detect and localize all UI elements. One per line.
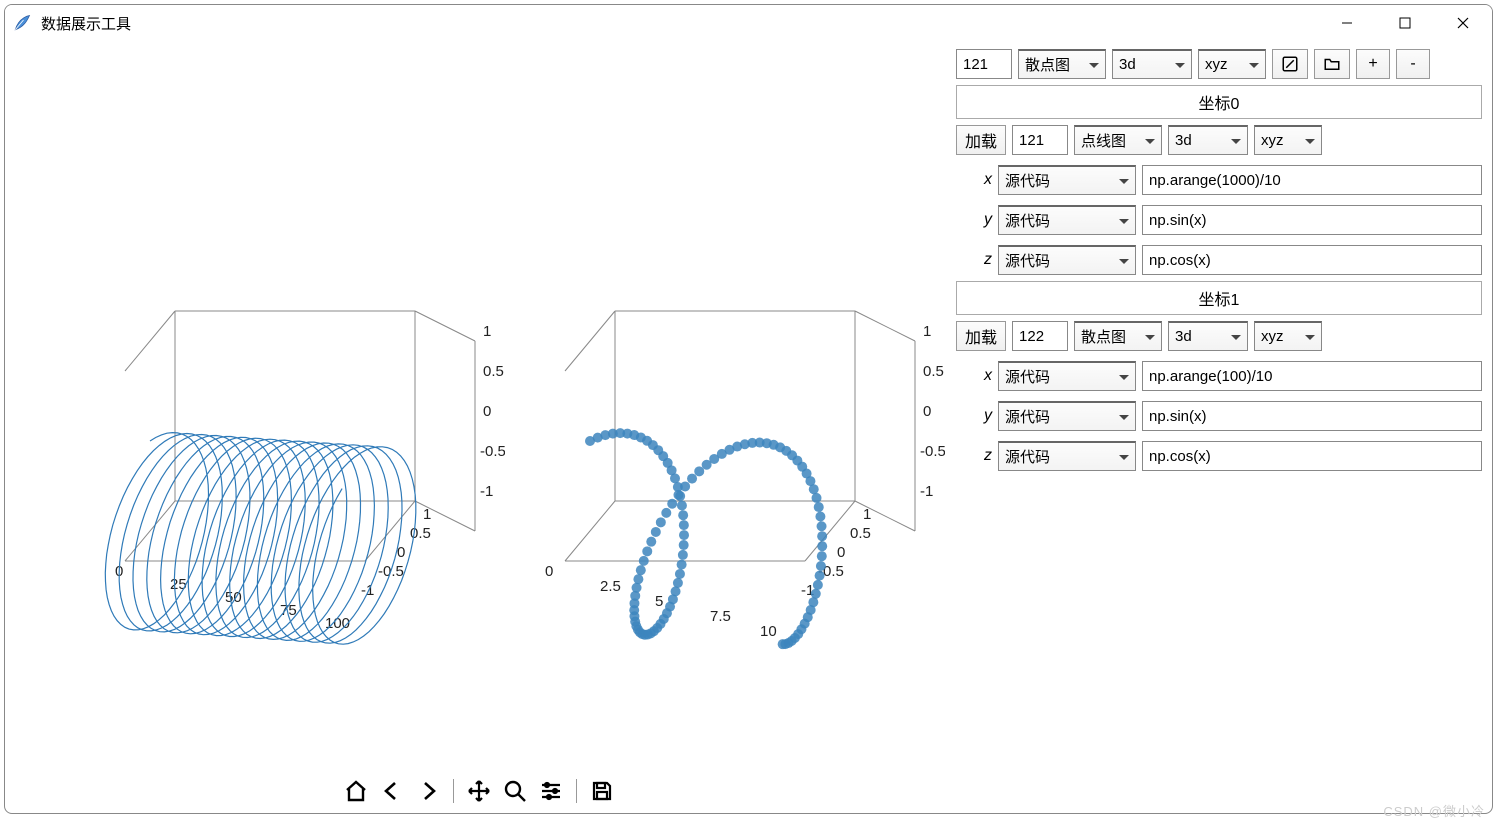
subplot-input-1[interactable] xyxy=(1012,321,1068,351)
axis-label: z xyxy=(956,447,992,465)
x-tick: 7.5 xyxy=(710,608,731,625)
close-button[interactable] xyxy=(1434,5,1492,41)
expr-input[interactable] xyxy=(1142,245,1482,275)
z-tick: 0.5 xyxy=(923,363,944,380)
x-tick: 2.5 xyxy=(600,578,621,595)
section-1-controls: 加载 散点图 3d xyz xyxy=(956,321,1482,351)
src-type-select[interactable]: 源代码 xyxy=(998,245,1136,275)
coord-row-1-x: x 源代码 xyxy=(956,361,1482,391)
z-tick: -0.5 xyxy=(920,443,945,460)
section-0-controls: 加载 点线图 3d xyz xyxy=(956,125,1482,155)
x-tick: 0 xyxy=(545,563,553,580)
dim-select[interactable]: 3d xyxy=(1112,49,1192,79)
axis-label: x xyxy=(956,367,992,385)
axes-mode-select-0[interactable]: xyz xyxy=(1254,125,1322,155)
z-tick: -1 xyxy=(480,483,493,500)
remove-button[interactable]: - xyxy=(1396,49,1430,79)
y-tick: 1 xyxy=(423,506,431,523)
load-button[interactable]: 加载 xyxy=(956,321,1006,351)
x-tick: 25 xyxy=(170,576,187,593)
z-tick: 0.5 xyxy=(483,363,504,380)
watermark: CSDN @微小冷 xyxy=(1383,801,1485,820)
expr-input[interactable] xyxy=(1142,165,1482,195)
y-tick: 1 xyxy=(863,506,871,523)
coord-row-0-x: x 源代码 xyxy=(956,165,1482,195)
axes-mode-select-1[interactable]: xyz xyxy=(1254,321,1322,351)
coord-row-0-y: y 源代码 xyxy=(956,205,1482,235)
home-icon[interactable] xyxy=(341,776,371,806)
coord-row-1-z: z 源代码 xyxy=(956,441,1482,471)
z-tick: 1 xyxy=(483,323,491,340)
subplot-121: 1 0.5 0 -0.5 -1 1 0.5 0 -0.5 -1 0 25 xyxy=(65,241,505,641)
axes-mode-select[interactable]: xyz xyxy=(1198,49,1266,79)
subplot-input-0[interactable] xyxy=(1012,125,1068,155)
src-type-select[interactable]: 源代码 xyxy=(998,205,1136,235)
section-header-1: 坐标1 xyxy=(956,281,1482,315)
x-tick: 5 xyxy=(655,593,663,610)
minimize-button[interactable] xyxy=(1318,5,1376,41)
src-type-select[interactable]: 源代码 xyxy=(998,361,1136,391)
subplot-122: 1 0.5 0 -0.5 -1 1 0.5 0 -0.5 -1 0 2.5 5 … xyxy=(505,241,945,641)
separator xyxy=(453,779,454,803)
expr-input[interactable] xyxy=(1142,441,1482,471)
dim-select-1[interactable]: 3d xyxy=(1168,321,1248,351)
y-tick: -1 xyxy=(361,582,374,599)
coord-row-1-y: y 源代码 xyxy=(956,401,1482,431)
expr-input[interactable] xyxy=(1142,361,1482,391)
chart-type-select-0[interactable]: 点线图 xyxy=(1074,125,1162,155)
chart-type-select-1[interactable]: 散点图 xyxy=(1074,321,1162,351)
z-tick: -1 xyxy=(920,483,933,500)
z-tick: -0.5 xyxy=(480,443,505,460)
save-icon[interactable] xyxy=(587,776,617,806)
x-tick: 10 xyxy=(760,623,777,640)
src-type-select[interactable]: 源代码 xyxy=(998,401,1136,431)
draw-button[interactable] xyxy=(1272,49,1308,79)
side-panel: 散点图 3d xyz + - 坐标0 加载 点线图 3d xyz x 源代码 xyxy=(952,41,1492,813)
axis-label: y xyxy=(956,407,992,425)
section-header-0: 坐标0 xyxy=(956,85,1482,119)
z-tick: 1 xyxy=(923,323,931,340)
configure-icon[interactable] xyxy=(536,776,566,806)
plot-canvas[interactable]: 1 0.5 0 -0.5 -1 1 0.5 0 -0.5 -1 0 25 xyxy=(5,41,952,769)
y-tick: 0 xyxy=(837,544,845,561)
open-folder-button[interactable] xyxy=(1314,49,1350,79)
plot-area: 1 0.5 0 -0.5 -1 1 0.5 0 -0.5 -1 0 25 xyxy=(5,41,952,813)
axis-label: x xyxy=(956,171,992,189)
z-tick: 0 xyxy=(483,403,491,420)
global-row: 散点图 3d xyz + - xyxy=(956,49,1482,79)
src-type-select[interactable]: 源代码 xyxy=(998,441,1136,471)
axis-label: z xyxy=(956,251,992,269)
add-button[interactable]: + xyxy=(1356,49,1390,79)
app-icon xyxy=(13,14,31,32)
forward-icon[interactable] xyxy=(413,776,443,806)
expr-input[interactable] xyxy=(1142,401,1482,431)
content-area: 1 0.5 0 -0.5 -1 1 0.5 0 -0.5 -1 0 25 xyxy=(5,41,1492,813)
load-button[interactable]: 加载 xyxy=(956,125,1006,155)
axis-label: y xyxy=(956,211,992,229)
separator xyxy=(576,779,577,803)
pan-icon[interactable] xyxy=(464,776,494,806)
mpl-toolbar xyxy=(5,769,952,813)
coord-row-0-z: z 源代码 xyxy=(956,245,1482,275)
zoom-icon[interactable] xyxy=(500,776,530,806)
back-icon[interactable] xyxy=(377,776,407,806)
z-tick: 0 xyxy=(923,403,931,420)
subplot-input[interactable] xyxy=(956,49,1012,79)
chart-type-select[interactable]: 散点图 xyxy=(1018,49,1106,79)
src-type-select[interactable]: 源代码 xyxy=(998,165,1136,195)
maximize-button[interactable] xyxy=(1376,5,1434,41)
expr-input[interactable] xyxy=(1142,205,1482,235)
titlebar: 数据展示工具 xyxy=(5,5,1492,41)
dim-select-0[interactable]: 3d xyxy=(1168,125,1248,155)
window-title: 数据展示工具 xyxy=(41,13,131,34)
app-window: 数据展示工具 xyxy=(4,4,1493,814)
y-tick: 0.5 xyxy=(850,525,871,542)
